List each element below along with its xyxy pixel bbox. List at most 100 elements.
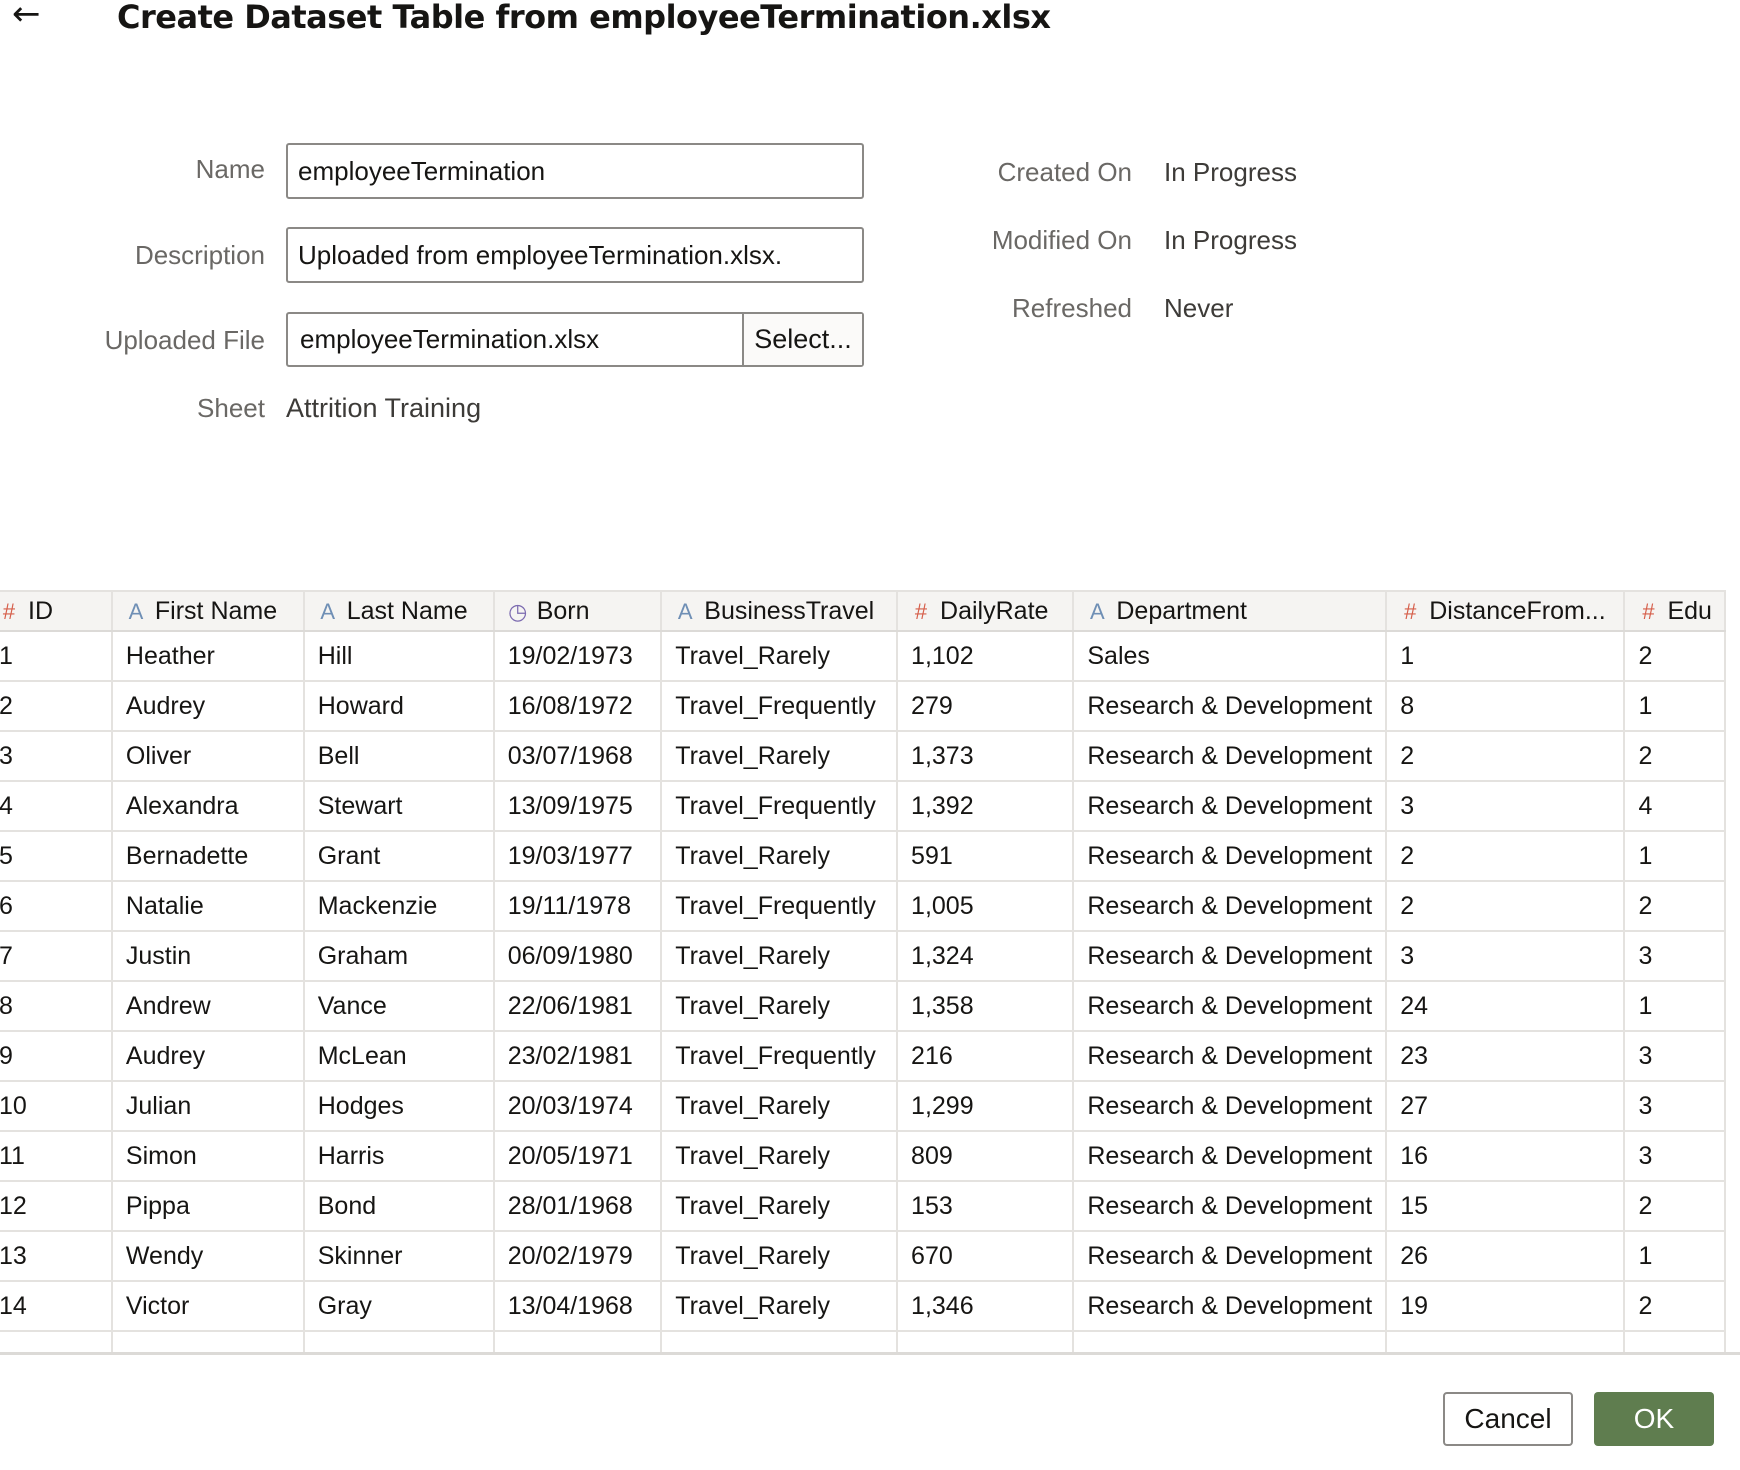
table-cell: 1 <box>1624 1231 1726 1282</box>
table-cell: Hill <box>303 631 495 682</box>
table-row: 14 Victor Gray 13/04/1968 Travel_Rarely 1,346… <box>0 1281 1726 1332</box>
column-header-label: First Name <box>154 596 278 625</box>
file-name-field[interactable]: employeeTermination.xlsx <box>288 314 742 365</box>
number-type-icon: # <box>1404 598 1417 624</box>
table-cell: Andrew <box>111 981 305 1032</box>
text-type-icon: A <box>128 598 144 624</box>
table-row: 2 Audrey Howard 16/08/1972 Travel_Frequently… <box>0 681 1726 732</box>
table-cell: 1 <box>1624 831 1726 882</box>
table-row: 7 Justin Graham 06/09/1980 Travel_Rarely 1,32… <box>0 931 1726 982</box>
cancel-button[interactable]: Cancel <box>1443 1392 1573 1446</box>
table-cell: Bell <box>303 731 495 782</box>
column-header[interactable]: A First Name <box>111 590 305 632</box>
table-cell: Justin <box>111 931 305 982</box>
column-header-label: ID <box>28 596 53 625</box>
number-type-icon: # <box>1642 598 1655 624</box>
column-header-label: DailyRate <box>940 596 1049 625</box>
table-cell: 3 <box>1386 781 1626 832</box>
table-row <box>0 1331 1726 1352</box>
table-cell: 26 <box>1386 1231 1626 1282</box>
table-cell <box>897 1331 1075 1352</box>
table-cell: Audrey <box>111 681 305 732</box>
select-file-button[interactable]: Select... <box>742 314 862 365</box>
table-cell: Research & Development <box>1073 1131 1388 1182</box>
column-header[interactable]: # DistanceFrom... <box>1386 590 1626 632</box>
created-on-label: Created On <box>997 157 1132 187</box>
table-cell: 8 <box>1386 681 1626 732</box>
table-cell: Julian <box>111 1081 305 1132</box>
column-header[interactable]: # ID <box>0 590 113 632</box>
column-header[interactable]: # DailyRate <box>897 590 1075 632</box>
data-table: # ID A First Name A Last Name ◷ Born A BusinessTr… <box>0 590 1726 1352</box>
column-header[interactable]: # Edu <box>1624 590 1726 632</box>
table-cell: 10 <box>0 1081 113 1132</box>
table-cell: 7 <box>0 931 113 982</box>
uploaded-file-label: Uploaded File <box>104 325 265 355</box>
table-cell: Harris <box>303 1131 495 1182</box>
number-type-icon: # <box>914 598 928 624</box>
table-cell: Skinner <box>303 1231 495 1282</box>
column-header[interactable]: A BusinessTravel <box>661 590 899 632</box>
table-cell: Travel_Rarely <box>661 1131 899 1182</box>
table-cell: 15 <box>1386 1181 1626 1232</box>
table-cell: 1,324 <box>897 931 1075 982</box>
table-cell: Heather <box>111 631 305 682</box>
table-cell: Research & Development <box>1073 931 1388 982</box>
table-cell: 2 <box>1386 731 1626 782</box>
table-cell: 13 <box>0 1231 113 1282</box>
table-cell: Travel_Frequently <box>661 1031 899 1082</box>
back-arrow-icon[interactable]: ← <box>12 0 41 34</box>
table-cell: Howard <box>303 681 495 732</box>
column-header[interactable]: A Last Name <box>303 590 495 632</box>
column-header[interactable]: A Department <box>1073 590 1388 632</box>
description-input[interactable]: Uploaded from employeeTermination.xlsx. <box>286 227 864 283</box>
table-row: 11 Simon Harris 20/05/1971 Travel_Rarely 809 R… <box>0 1131 1726 1182</box>
table-cell: 3 <box>1624 1131 1726 1182</box>
table-row: 5 Bernadette Grant 19/03/1977 Travel_Rarely 5… <box>0 831 1726 882</box>
name-input[interactable]: employeeTermination <box>286 143 864 199</box>
table-cell: 3 <box>1386 931 1626 982</box>
table-cell: Travel_Rarely <box>661 731 899 782</box>
table-cell: Travel_Frequently <box>661 681 899 732</box>
table-cell: 20/02/1979 <box>493 1231 663 1282</box>
table-cell: 13/09/1975 <box>493 781 663 832</box>
table-cell: 2 <box>1386 881 1626 932</box>
page-title: Create Dataset Table from employeeTermin… <box>117 0 1051 36</box>
refreshed-label: Refreshed <box>1012 293 1132 323</box>
table-cell: 4 <box>0 781 113 832</box>
data-preview-grid[interactable]: # ID A First Name A Last Name ◷ Born A BusinessTr… <box>0 590 1740 1355</box>
ok-button[interactable]: OK <box>1594 1392 1714 1446</box>
table-cell: 16/08/1972 <box>493 681 663 732</box>
table-cell: Research & Development <box>1073 781 1388 832</box>
file-picker: employeeTermination.xlsx Select... <box>286 312 864 367</box>
table-cell: 1,102 <box>897 631 1075 682</box>
column-header[interactable]: ◷ Born <box>493 590 663 632</box>
sheet-label: Sheet <box>197 393 265 423</box>
table-cell: Travel_Rarely <box>661 631 899 682</box>
table-cell: 20/05/1971 <box>493 1131 663 1182</box>
table-row: 4 Alexandra Stewart 13/09/1975 Travel_Freque… <box>0 781 1726 832</box>
table-row: 13 Wendy Skinner 20/02/1979 Travel_Rarely 670… <box>0 1231 1726 1282</box>
table-cell: Travel_Rarely <box>661 1281 899 1332</box>
table-cell: Mackenzie <box>303 881 495 932</box>
column-header-label: Last Name <box>346 596 468 625</box>
table-cell: 9 <box>0 1031 113 1082</box>
table-cell: Research & Development <box>1073 1231 1388 1282</box>
table-cell: 24 <box>1386 981 1626 1032</box>
table-cell: Simon <box>111 1131 305 1182</box>
description-label: Description <box>134 240 265 270</box>
table-cell: 13/04/1968 <box>493 1281 663 1332</box>
table-row: 10 Julian Hodges 20/03/1974 Travel_Rarely 1,2… <box>0 1081 1726 1132</box>
table-cell: Travel_Frequently <box>661 881 899 932</box>
table-cell: Research & Development <box>1073 1031 1388 1082</box>
refreshed-value: Never <box>1164 293 1234 323</box>
table-cell: 23/02/1981 <box>493 1031 663 1082</box>
table-cell: Travel_Frequently <box>661 781 899 832</box>
table-cell: 06/09/1980 <box>493 931 663 982</box>
table-cell: 2 <box>1624 1281 1726 1332</box>
table-cell: 1,346 <box>897 1281 1075 1332</box>
table-cell: Travel_Rarely <box>661 831 899 882</box>
table-cell: Natalie <box>111 881 305 932</box>
table-cell: McLean <box>303 1031 495 1082</box>
table-cell: 279 <box>897 681 1075 732</box>
